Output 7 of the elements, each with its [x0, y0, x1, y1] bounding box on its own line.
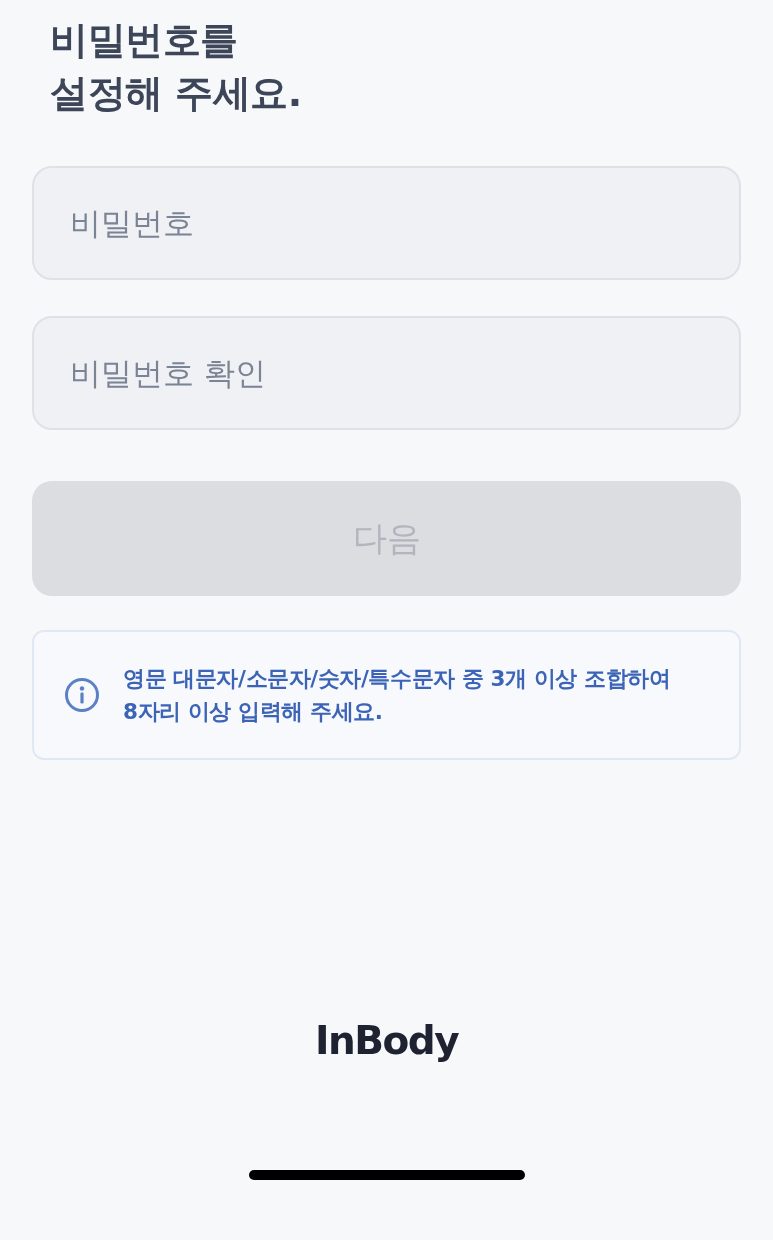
password-field[interactable]: 비밀번호 확인 — [32, 316, 741, 430]
home-indicator[interactable] — [248, 1170, 525, 1180]
password-field[interactable]: 비밀번호 — [32, 166, 741, 280]
password-rule-text: 영문 대문자/소문자/숫자/특수문자 중 3개 이상 조합하여 8자리 이상 입력해 주세요. — [123, 665, 671, 726]
brand-logo: InBody — [314, 1018, 459, 1064]
info-icon — [65, 678, 99, 712]
page-title: 비밀번호를 설정해 주세요. — [50, 17, 302, 117]
